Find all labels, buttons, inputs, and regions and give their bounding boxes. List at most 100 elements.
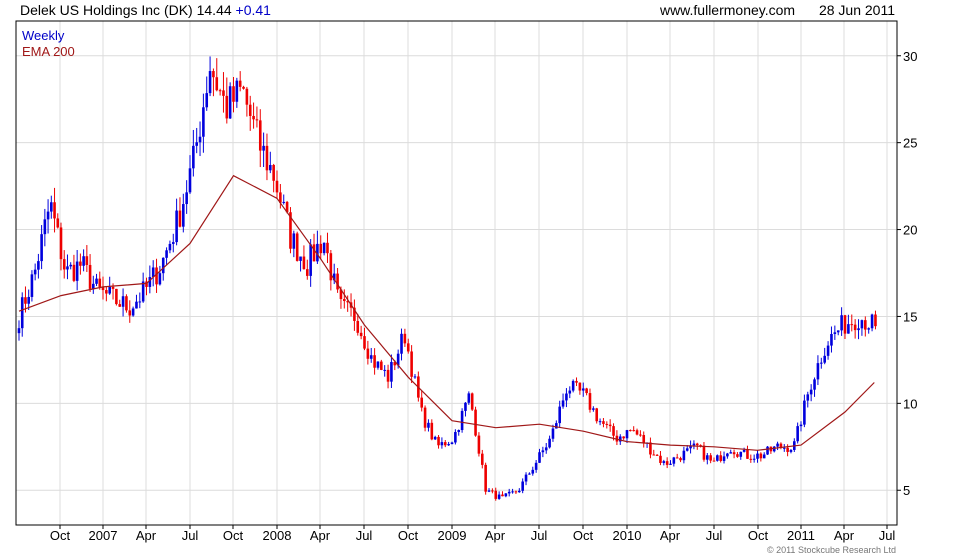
candle-body	[632, 430, 635, 432]
candle-body	[141, 281, 145, 302]
candle-body	[847, 324, 850, 334]
candle-body	[541, 450, 545, 453]
candle-body	[816, 363, 820, 380]
candle-body	[578, 382, 582, 391]
legend-ema: EMA 200	[22, 44, 75, 59]
candle-body	[195, 142, 198, 146]
candle-body	[766, 446, 769, 455]
x-tick-label: 2008	[263, 528, 292, 543]
candle-body	[612, 426, 615, 436]
candle-body	[105, 290, 108, 294]
candle-body	[649, 442, 652, 455]
candle-body	[95, 278, 98, 284]
candle-body	[319, 243, 323, 254]
candle-body	[413, 376, 417, 378]
candle-body	[59, 227, 63, 260]
candle-body	[491, 490, 494, 492]
candle-body	[175, 210, 178, 243]
candle-body	[571, 380, 575, 391]
candle-body	[218, 90, 222, 92]
candle-body	[605, 423, 609, 425]
candle-body	[440, 442, 444, 446]
candle-body	[454, 432, 457, 443]
candle-body	[494, 490, 498, 499]
candle-body	[228, 86, 232, 119]
candle-body	[430, 422, 434, 440]
candle-body	[437, 436, 440, 446]
candle-body	[252, 115, 255, 120]
x-tick-label: Apr	[485, 528, 506, 543]
candle-body	[803, 400, 806, 425]
x-tick-label: Apr	[136, 528, 157, 543]
candle-body	[813, 379, 816, 390]
candle-body	[108, 286, 111, 294]
y-tick-label: 10	[903, 396, 917, 411]
candle-body	[171, 242, 175, 244]
candle-body	[155, 267, 158, 285]
candle-body	[598, 421, 602, 423]
x-tick-label: Jul	[879, 528, 896, 543]
candle-body	[652, 454, 656, 456]
candle-body	[602, 421, 605, 424]
candle-body	[46, 211, 50, 220]
candle-body	[400, 333, 403, 354]
candle-body	[695, 443, 699, 446]
candle-body	[538, 452, 541, 463]
candle-body	[662, 461, 666, 463]
candle-body	[205, 93, 209, 108]
candle-body	[255, 119, 259, 121]
candle-body	[514, 491, 518, 493]
candle-body	[592, 408, 595, 410]
candle-body	[749, 458, 753, 460]
candle-body	[756, 453, 759, 459]
x-tick-label: Jul	[356, 528, 373, 543]
candle-body	[853, 324, 857, 331]
candle-body	[789, 449, 793, 452]
candle-body	[457, 430, 461, 433]
candle-body	[729, 452, 733, 454]
candle-body	[548, 438, 551, 448]
candle-body	[433, 436, 437, 440]
candle-body	[450, 442, 454, 445]
candle-body	[706, 455, 709, 460]
candle-body	[72, 264, 76, 281]
candle-body	[269, 164, 272, 171]
candle-body	[33, 269, 37, 275]
candle-body	[423, 407, 427, 428]
candle-body	[363, 336, 366, 349]
candle-body	[30, 274, 34, 297]
candle-body	[192, 145, 195, 169]
candle-body	[762, 454, 766, 459]
candle-body	[864, 320, 867, 330]
candle-body	[158, 273, 162, 285]
candle-body	[75, 261, 79, 281]
candle-body	[265, 145, 269, 171]
candle-body	[534, 462, 538, 470]
candle-body	[235, 80, 239, 102]
candle-body	[258, 120, 262, 151]
candle-body	[776, 443, 779, 447]
candle-body	[182, 204, 185, 227]
candle-body	[27, 296, 30, 304]
candle-body	[151, 267, 155, 277]
candle-body	[188, 168, 192, 193]
candle-body	[390, 361, 393, 382]
x-tick-label: Oct	[748, 528, 769, 543]
candle-body	[477, 435, 481, 454]
candle-body	[56, 218, 60, 228]
candle-body	[420, 397, 424, 408]
candle-body	[622, 436, 625, 439]
x-tick-label: 2010	[613, 528, 642, 543]
candle-body	[568, 390, 572, 394]
candle-body	[809, 389, 813, 395]
candle-body	[682, 450, 686, 461]
candle-body	[467, 393, 471, 403]
x-tick-label: Oct	[573, 528, 594, 543]
candle-body	[212, 71, 215, 78]
candle-body	[88, 264, 92, 289]
candle-body	[43, 219, 47, 235]
candle-body	[709, 455, 712, 461]
candle-body	[292, 233, 296, 249]
candle-body	[672, 457, 676, 464]
candle-body	[518, 490, 521, 493]
